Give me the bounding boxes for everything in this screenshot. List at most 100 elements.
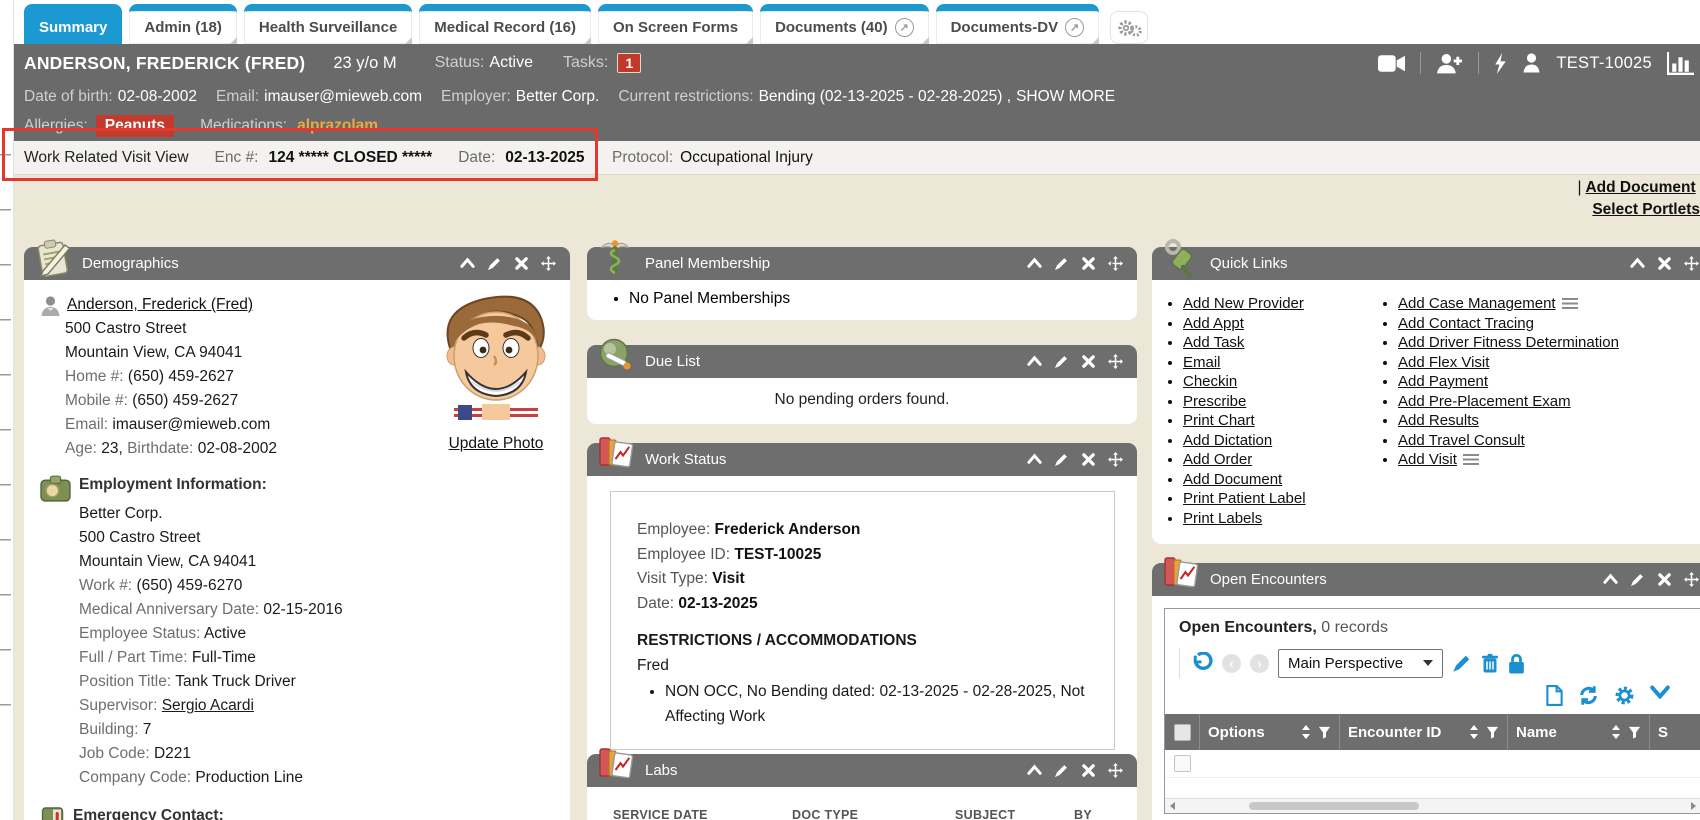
sort-icon[interactable] — [1469, 725, 1479, 739]
edit-icon[interactable] — [487, 256, 502, 271]
tab-on-screen-forms[interactable]: On Screen Forms — [598, 4, 753, 44]
scroll-left-arrow[interactable] — [1165, 799, 1179, 813]
column-encounter-id[interactable]: Encounter ID — [1339, 714, 1507, 750]
edit-icon[interactable] — [1054, 256, 1069, 271]
quick-link[interactable]: Add Order — [1183, 451, 1252, 468]
quick-link[interactable]: Checkin — [1183, 373, 1237, 390]
quick-link[interactable]: Prescribe — [1183, 393, 1246, 410]
video-camera-icon[interactable] — [1378, 55, 1405, 72]
quick-link[interactable]: Add Contact Tracing — [1398, 315, 1534, 332]
move-icon[interactable] — [1108, 256, 1123, 271]
close-icon[interactable] — [1081, 354, 1096, 369]
menu-list-icon[interactable] — [1463, 454, 1479, 465]
add-person-icon[interactable] — [1436, 53, 1463, 74]
close-icon[interactable] — [1081, 763, 1096, 778]
collapse-icon[interactable] — [1027, 763, 1042, 778]
next-page-button[interactable] — [1250, 654, 1269, 673]
patient-photo[interactable] — [434, 290, 558, 420]
collapse-icon[interactable] — [1027, 256, 1042, 271]
move-icon[interactable] — [1684, 572, 1699, 587]
sort-icon[interactable] — [1301, 725, 1311, 739]
add-document-link[interactable]: Add Document — [1585, 179, 1695, 196]
close-icon[interactable] — [1081, 452, 1096, 467]
quick-link[interactable]: Add Payment — [1398, 373, 1488, 390]
horizontal-scrollbar[interactable] — [1165, 798, 1700, 813]
reset-icon[interactable] — [1190, 652, 1213, 675]
move-icon[interactable] — [1108, 763, 1123, 778]
labs-col-doc-type[interactable]: DOC TYPE — [792, 808, 955, 820]
tab-health-surveillance[interactable]: Health Surveillance — [244, 4, 412, 44]
edit-icon[interactable] — [1054, 452, 1069, 467]
labs-col-subject[interactable]: SUBJECT — [955, 808, 1074, 820]
quick-link[interactable]: Add Travel Consult — [1398, 432, 1525, 449]
menu-list-icon[interactable] — [1562, 298, 1578, 309]
quick-link[interactable]: Email — [1183, 354, 1221, 371]
filter-icon[interactable] — [1486, 726, 1499, 739]
gear-icon[interactable] — [1614, 685, 1635, 706]
show-more-link[interactable]: SHOW MORE — [1016, 88, 1115, 106]
move-icon[interactable] — [1108, 452, 1123, 467]
filter-icon[interactable] — [1318, 726, 1331, 739]
select-all-checkbox[interactable] — [1174, 724, 1191, 741]
labs-col-by[interactable]: BY — [1074, 808, 1092, 820]
quick-link[interactable]: Add Task — [1183, 334, 1244, 351]
refresh-icon[interactable] — [1578, 685, 1599, 706]
column-options[interactable]: Options — [1199, 714, 1339, 750]
collapse-icon[interactable] — [460, 256, 475, 271]
edit-icon[interactable] — [1054, 354, 1069, 369]
scrollbar-thumb[interactable] — [1249, 802, 1419, 810]
collapse-icon[interactable] — [1027, 354, 1042, 369]
tab-summary[interactable]: Summary — [24, 4, 122, 44]
quick-link[interactable]: Add New Provider — [1183, 295, 1304, 312]
move-icon[interactable] — [1684, 256, 1699, 271]
bar-chart-icon[interactable] — [1667, 52, 1694, 75]
tab-settings-gear-button[interactable] — [1110, 11, 1148, 44]
quick-link[interactable]: Add Dictation — [1183, 432, 1272, 449]
edit-icon[interactable] — [1630, 572, 1645, 587]
lock-icon[interactable] — [1508, 653, 1525, 674]
filter-icon[interactable] — [1628, 726, 1641, 739]
quick-link[interactable]: Add Case Management — [1398, 295, 1556, 312]
quick-link[interactable]: Add Document — [1183, 471, 1282, 488]
row-checkbox[interactable] — [1174, 755, 1191, 772]
tasks-count-badge[interactable]: 1 — [617, 53, 641, 73]
chevron-down-icon[interactable] — [1650, 685, 1670, 706]
table-row[interactable] — [1165, 750, 1700, 778]
update-photo-link[interactable]: Update Photo — [449, 432, 544, 456]
select-portlets-link[interactable]: Select Portlets — [1592, 201, 1700, 218]
quick-link[interactable]: Print Labels — [1183, 510, 1262, 527]
collapse-icon[interactable] — [1630, 256, 1645, 271]
close-icon[interactable] — [1081, 256, 1096, 271]
close-icon[interactable] — [1657, 572, 1672, 587]
quick-link[interactable]: Add Results — [1398, 412, 1479, 429]
edit-perspective-icon[interactable] — [1452, 653, 1472, 673]
move-icon[interactable] — [541, 256, 556, 271]
popout-icon[interactable] — [895, 18, 914, 37]
quick-link[interactable]: Add Flex Visit — [1398, 354, 1489, 371]
quick-link[interactable]: Print Patient Label — [1183, 490, 1306, 507]
medication-value[interactable]: alprazolam — [297, 117, 378, 135]
collapse-icon[interactable] — [1027, 452, 1042, 467]
collapse-icon[interactable] — [1603, 572, 1618, 587]
tab-admin[interactable]: Admin (18) — [129, 4, 237, 44]
delete-icon[interactable] — [1481, 653, 1499, 674]
quick-link[interactable]: Add Appt — [1183, 315, 1244, 332]
edit-icon[interactable] — [1054, 763, 1069, 778]
sort-icon[interactable] — [1611, 725, 1621, 739]
person-icon[interactable] — [1522, 53, 1541, 73]
close-icon[interactable] — [514, 256, 529, 271]
patient-name-link[interactable]: Anderson, Frederick (Fred) — [67, 293, 253, 317]
popout-icon[interactable] — [1065, 18, 1084, 37]
column-name[interactable]: Name — [1507, 714, 1649, 750]
move-icon[interactable] — [1108, 354, 1123, 369]
quick-link[interactable]: Print Chart — [1183, 412, 1255, 429]
quick-link[interactable]: Add Visit — [1398, 451, 1457, 468]
close-icon[interactable] — [1657, 256, 1672, 271]
quick-link[interactable]: Add Driver Fitness Determination — [1398, 334, 1619, 351]
labs-col-service-date[interactable]: SERVICE DATE — [613, 808, 792, 820]
tab-medical-record[interactable]: Medical Record (16) — [419, 4, 591, 44]
tab-documents-dv[interactable]: Documents-DV — [936, 4, 1100, 44]
quick-link[interactable]: Add Pre-Placement Exam — [1398, 393, 1571, 410]
tab-documents[interactable]: Documents (40) — [760, 4, 929, 44]
perspective-select[interactable]: Main Perspective — [1278, 649, 1443, 678]
